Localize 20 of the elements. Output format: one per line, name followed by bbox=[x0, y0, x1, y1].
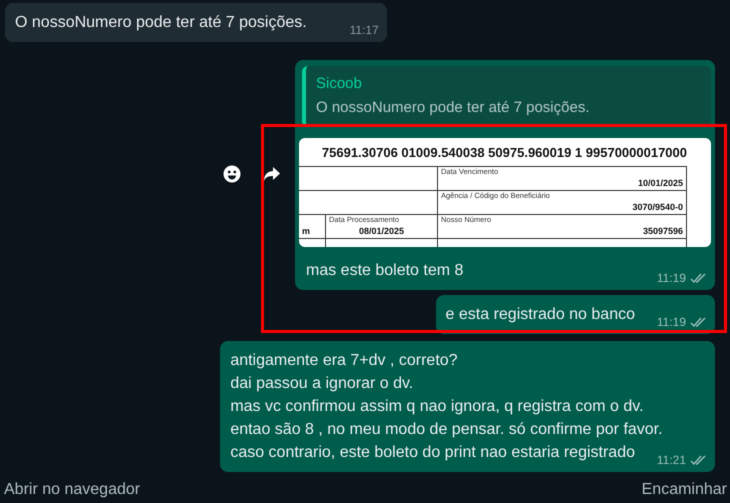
message-text: mas este boleto tem 8 bbox=[306, 262, 464, 279]
message-text: e esta registrado no banco bbox=[446, 306, 635, 323]
message-text: O nossoNumero pode ter até 7 posições. bbox=[15, 14, 307, 31]
field-value: 08/01/2025 bbox=[358, 227, 406, 238]
field-value: m bbox=[302, 227, 312, 238]
barcode-number: 75691.30706 01009.540038 50975.960019 1 99570000017000 bbox=[320, 144, 688, 162]
forward-arrow-icon bbox=[263, 166, 281, 182]
open-in-browser-link[interactable]: Abrir no navegador bbox=[4, 481, 140, 499]
smiley-icon bbox=[223, 165, 241, 183]
field-value: 3070/9540-0 bbox=[631, 203, 683, 214]
field-value: 35097596 bbox=[642, 227, 683, 238]
quote-text: O nossoNumero pode ter até 7 posições. bbox=[316, 98, 590, 118]
message-time: 11:19 bbox=[656, 315, 686, 329]
message-time: 11:17 bbox=[350, 23, 379, 37]
quote-author: Sicoob bbox=[316, 74, 363, 94]
message-time: 11:21 bbox=[656, 453, 686, 467]
forward-link[interactable]: Encaminhar bbox=[642, 481, 727, 499]
quoted-message[interactable]: Sicoob O nossoNumero pode ter até 7 posições. bbox=[302, 66, 711, 127]
message-time: 11:19 bbox=[656, 271, 686, 285]
field-value: 10/01/2025 bbox=[636, 179, 683, 190]
